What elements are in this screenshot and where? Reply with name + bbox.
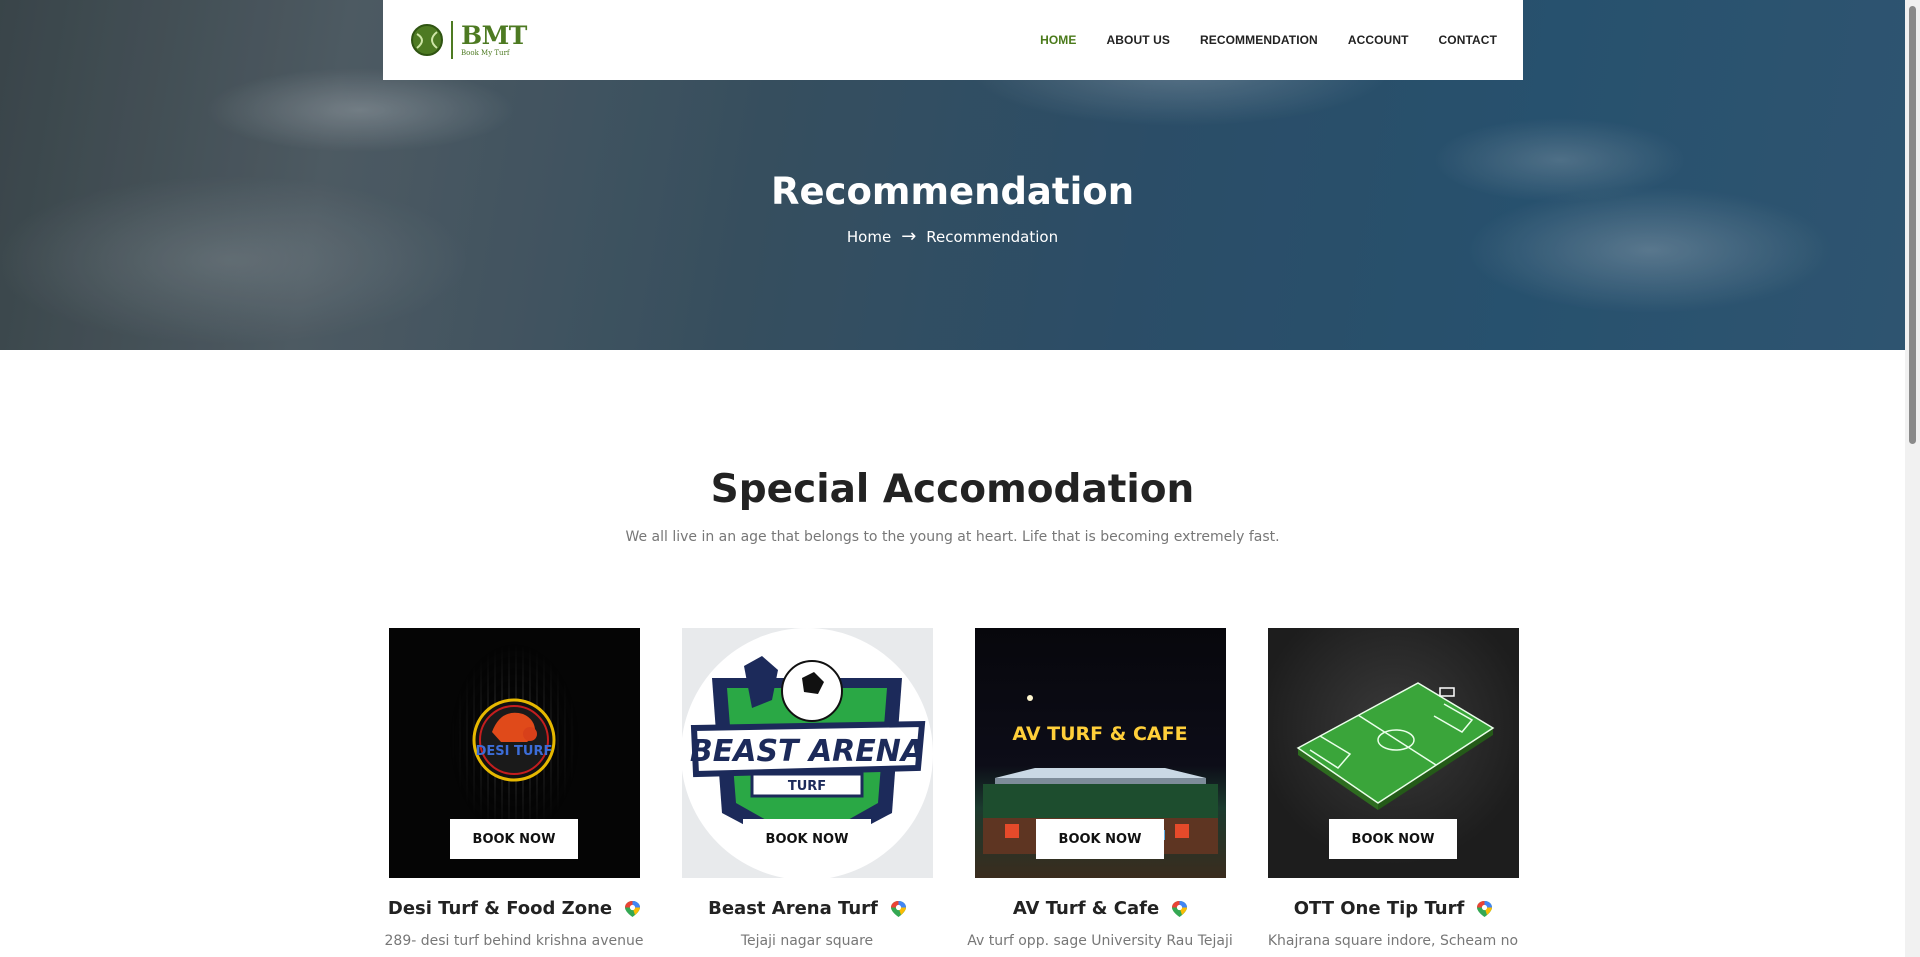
turf-image[interactable]: AV TURF & CAFE BOOK NOW — [975, 628, 1226, 878]
turf-card: AV TURF & CAFE BOOK NOW AV Turf & Cafe A… — [967, 628, 1233, 949]
turf-card: BEAST ARENA TURF BOOK NOW Beast Arena Tu… — [682, 628, 933, 949]
logo-title: BMT — [461, 21, 527, 50]
scrollbar-thumb[interactable] — [1909, 6, 1916, 444]
site-logo[interactable]: BMT Book My Turf — [411, 21, 527, 59]
google-maps-pin-icon[interactable] — [624, 900, 641, 918]
tennis-ball-icon — [411, 24, 443, 56]
breadcrumb-current: Recommendation — [926, 228, 1059, 246]
site-header: BMT Book My Turf HOME ABOUT US RECOMMEND… — [383, 0, 1523, 80]
turf-image[interactable]: BEAST ARENA TURF BOOK NOW — [682, 628, 933, 878]
svg-text:AV TURF & CAFE: AV TURF & CAFE — [1012, 723, 1187, 745]
turf-name[interactable]: AV Turf & Cafe — [1013, 898, 1159, 919]
breadcrumb: Home → Recommendation — [0, 226, 1905, 247]
svg-text:TURF: TURF — [788, 779, 826, 794]
turf-name[interactable]: OTT One Tip Turf — [1294, 898, 1465, 919]
turf-card: BOOK NOW OTT One Tip Turf Khajrana squar… — [1268, 628, 1519, 949]
svg-text:DESI TURF: DESI TURF — [476, 744, 553, 759]
svg-text:BEAST ARENA: BEAST ARENA — [690, 734, 924, 769]
nav-contact[interactable]: CONTACT — [1439, 33, 1497, 47]
page-title: Recommendation — [770, 170, 1135, 213]
turf-image[interactable]: DESI TURF BOOK NOW — [389, 628, 640, 878]
google-maps-pin-icon[interactable] — [890, 900, 907, 918]
arrow-right-icon: → — [901, 226, 917, 247]
turf-card: DESI TURF BOOK NOW Desi Turf & Food Zone… — [385, 628, 644, 949]
turf-name[interactable]: Beast Arena Turf — [708, 898, 878, 919]
book-now-button[interactable]: BOOK NOW — [450, 819, 578, 859]
turf-address: Khajrana square indore, Scheam no — [1267, 933, 1519, 949]
google-maps-pin-icon[interactable] — [1476, 900, 1493, 918]
logo-subtitle: Book My Turf — [461, 49, 510, 57]
page-scrollbar[interactable] — [1905, 0, 1920, 957]
section-subtitle: We all live in an age that belongs to th… — [625, 529, 1280, 545]
section-title: Special Accomodation — [710, 467, 1195, 512]
logo-divider — [451, 21, 453, 59]
book-now-button[interactable]: BOOK NOW — [743, 819, 871, 859]
turf-card-list: DESI TURF BOOK NOW Desi Turf & Food Zone… — [385, 628, 1519, 949]
nav-about-us[interactable]: ABOUT US — [1107, 33, 1170, 47]
google-maps-pin-icon[interactable] — [1171, 900, 1188, 918]
turf-name[interactable]: Desi Turf & Food Zone — [388, 898, 612, 919]
turf-address: Tejaji nagar square — [740, 933, 874, 949]
main-nav: HOME ABOUT US RECOMMENDATION ACCOUNT CON… — [1040, 33, 1497, 47]
book-now-button[interactable]: BOOK NOW — [1329, 819, 1457, 859]
turf-address: 289- desi turf behind krishna avenue — [384, 933, 644, 949]
turf-image[interactable]: BOOK NOW — [1268, 628, 1519, 878]
nav-home[interactable]: HOME — [1040, 33, 1076, 47]
nav-account[interactable]: ACCOUNT — [1348, 33, 1409, 47]
book-now-button[interactable]: BOOK NOW — [1036, 819, 1164, 859]
breadcrumb-home[interactable]: Home — [847, 228, 891, 246]
nav-recommendation[interactable]: RECOMMENDATION — [1200, 33, 1318, 47]
turf-address: Av turf opp. sage University Rau Tejaji — [967, 933, 1233, 949]
